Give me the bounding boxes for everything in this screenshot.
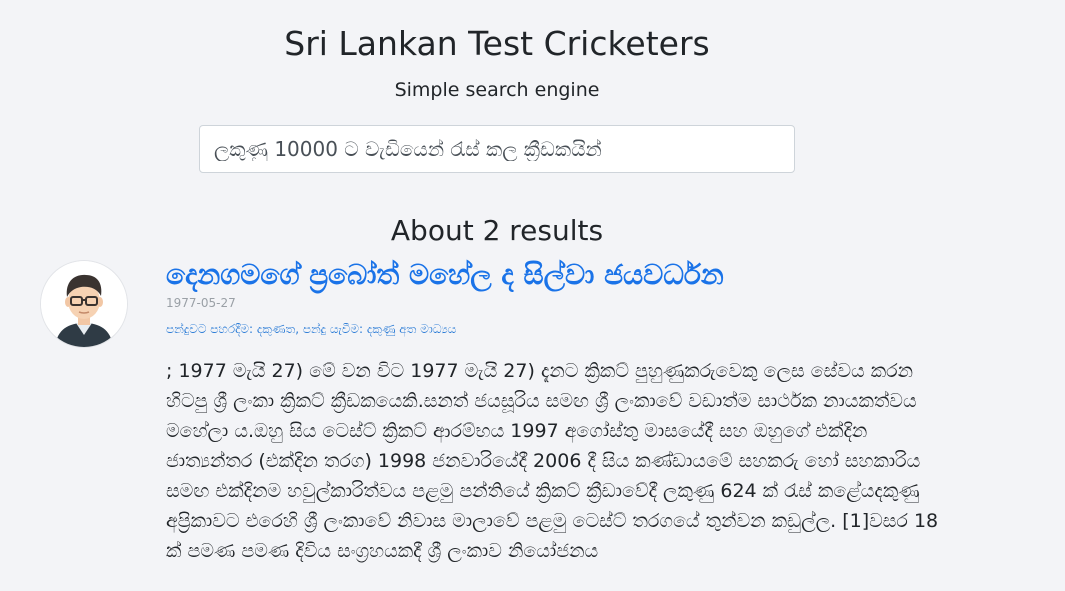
page-subtitle: Simple search engine [394, 79, 600, 101]
page-title: Sri Lankan Test Cricketers [284, 24, 710, 63]
result-title-link[interactable]: දෙනගමගේ ප්‍රබෝත් මහේල ද සිල්වා ජයවර්ධන [166, 258, 724, 292]
search-input[interactable] [199, 125, 795, 173]
person-avatar-icon [41, 261, 127, 347]
result-date: 1977-05-27 [166, 296, 236, 310]
page: Sri Lankan Test Cricketers Simple search… [0, 0, 1065, 591]
result-snippet: ; 1977 මැයි 27) මේ වන විට 1977 මැයි 27) … [166, 360, 939, 562]
results-count: About 2 results [390, 214, 604, 247]
result-meta: පන්දුවට පහරදීම: දකුණත, පන්දු යැවීම: දකුණ… [166, 322, 457, 336]
